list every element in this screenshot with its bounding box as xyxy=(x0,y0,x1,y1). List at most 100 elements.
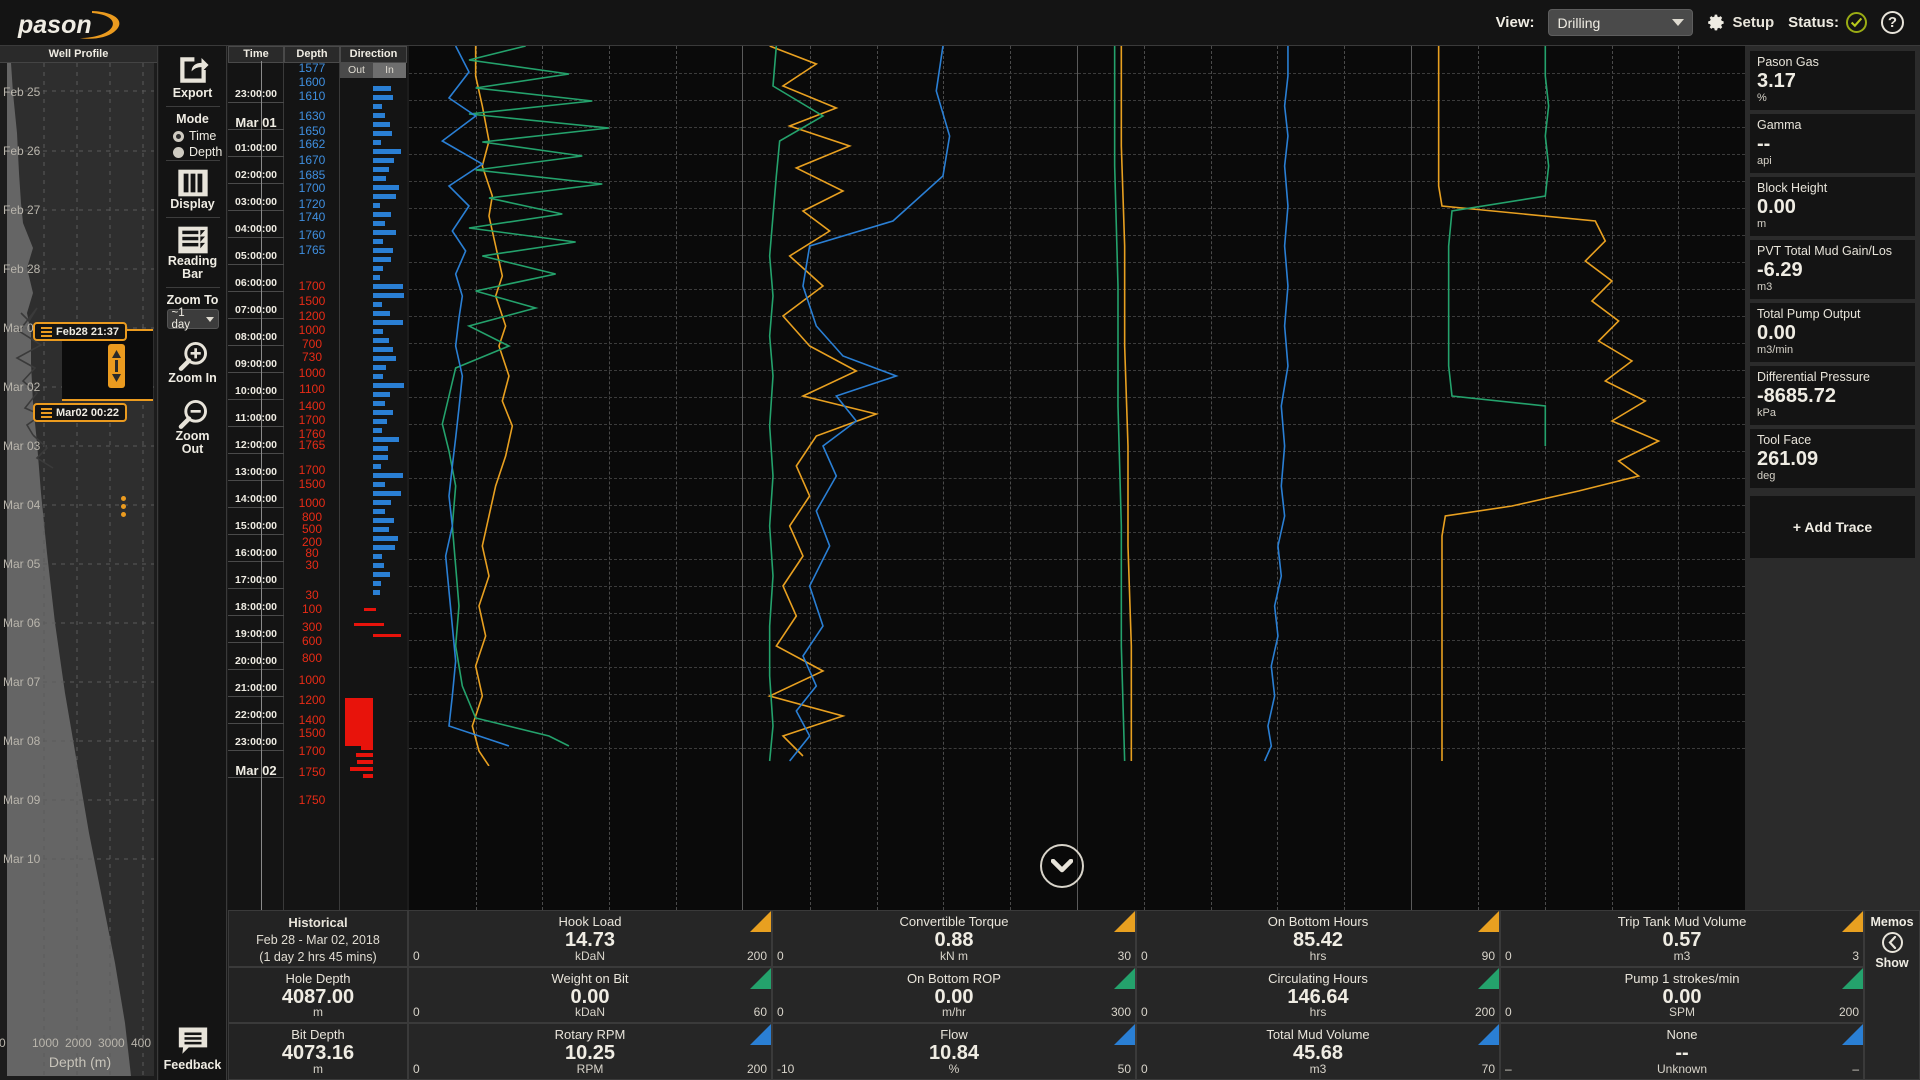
zoom-out-button[interactable]: Zoom Out xyxy=(159,391,226,462)
historical-duration: (1 day 2 hrs 45 mins) xyxy=(259,950,377,964)
status-name: Circulating Hours xyxy=(1268,970,1368,986)
depth-label-29: 500 xyxy=(301,522,323,536)
readout-gamma[interactable]: Gamma -- api xyxy=(1750,114,1915,173)
add-trace-button[interactable]: + Add Trace xyxy=(1750,496,1915,558)
readout-value: -8685.72 xyxy=(1757,385,1836,407)
display-button[interactable]: Display xyxy=(159,161,226,217)
readout-value: 3.17 xyxy=(1757,70,1796,92)
time-label-7: 06:00:00 xyxy=(234,277,278,289)
historical-title: Historical xyxy=(288,915,348,930)
status-cell-total-mud-volume[interactable]: Total Mud Volume 45.68 m3 0 70 xyxy=(1136,1023,1500,1080)
direction-bar-in xyxy=(373,356,396,361)
depth-column: 1577 1600 1610 1630 1650 1662 1670 1685 1700 1720… xyxy=(284,61,340,910)
zoom-in-button[interactable]: Zoom In xyxy=(159,333,226,391)
direction-bar-in xyxy=(373,554,382,559)
status-cell-on-bottom-rop[interactable]: On Bottom ROP 0.00 m/hr 0 300 xyxy=(772,966,1136,1024)
status-cell-hook-load[interactable]: Hook Load 14.73 kDaN 0 200 xyxy=(408,910,772,967)
direction-bar-in xyxy=(373,500,391,505)
status-max: 200 xyxy=(746,1062,767,1077)
readout-unit: api xyxy=(1757,155,1772,167)
left-toolbar: Export Mode Time Depth Display Reading B… xyxy=(159,46,227,1080)
status-cell-none[interactable]: None -- Unknown – – xyxy=(1500,1023,1864,1080)
readout-total-pump-output[interactable]: Total Pump Output 0.00 m3/min xyxy=(1750,303,1915,362)
status-min: 0 xyxy=(777,1005,784,1020)
depth-label-7: 1685 xyxy=(298,168,326,182)
well-profile-date-10: Mar 07 xyxy=(3,675,41,689)
magnifier-minus-icon xyxy=(178,399,207,429)
status-cell-on-bottom-hours[interactable]: On Bottom Hours 85.42 hrs 0 90 xyxy=(1136,910,1500,967)
chart-track-1[interactable] xyxy=(743,46,1078,910)
mode-option-depth[interactable]: Depth xyxy=(159,145,226,159)
time-rule xyxy=(228,669,284,670)
readout-tool-face[interactable]: Tool Face 261.09 deg xyxy=(1750,429,1915,488)
memos-panel[interactable]: Memos Show xyxy=(1864,910,1920,1080)
direction-out-tab[interactable]: Out xyxy=(340,63,373,78)
status-unit: kDaN xyxy=(574,1005,605,1020)
trace-weight-on-bit xyxy=(442,46,609,746)
time-label-25: Mar 02 xyxy=(235,763,277,778)
status-column-3: Trip Tank Mud Volume 0.57 m3 0 3 Pump 1 strok… xyxy=(1500,910,1864,1080)
readout-pason-gas[interactable]: Pason Gas 3.17% xyxy=(1750,51,1915,110)
readout-unit: deg xyxy=(1757,470,1776,482)
readout-differential-pressure[interactable]: Differential Pressure -8685.72 kPa xyxy=(1750,366,1915,425)
readout-block-height[interactable]: Block Height 0.00 m xyxy=(1750,177,1915,236)
time-rule xyxy=(228,399,284,400)
direction-bar-out xyxy=(354,623,384,626)
trace-trip-tank-mud-volume xyxy=(1438,46,1658,761)
depth-label-39: 1200 xyxy=(298,693,326,707)
direction-bar-in xyxy=(373,239,383,244)
time-label-9: 08:00:00 xyxy=(234,331,278,343)
chart-track-2[interactable] xyxy=(1077,46,1412,910)
mode-time-label: Time xyxy=(189,129,217,143)
setup-button[interactable]: Setup xyxy=(1707,13,1774,32)
radio-time-icon xyxy=(173,130,184,142)
time-label-21: 20:00:00 xyxy=(234,655,278,667)
well-profile-resize-grip[interactable] xyxy=(108,344,125,388)
well-profile-handle-top[interactable]: Feb28 21:37 xyxy=(33,322,127,341)
zoom-to-select[interactable]: ~1 day xyxy=(166,307,219,331)
track-traces xyxy=(743,46,1076,766)
status-cell-convertible-torque[interactable]: Convertible Torque 0.88 kN m 0 30 xyxy=(772,910,1136,967)
status-name: Rotary RPM xyxy=(554,1027,626,1043)
chevron-left-icon[interactable] xyxy=(1881,932,1903,953)
time-label-16: 15:00:00 xyxy=(234,520,278,532)
well-profile-drag-dots[interactable] xyxy=(121,496,127,517)
hole-depth-name: Hole Depth xyxy=(285,970,351,986)
readout-pvt-total-mud-gain-los[interactable]: PVT Total Mud Gain/Los -6.29 m3 xyxy=(1750,240,1915,299)
feedback-button[interactable]: Feedback xyxy=(159,1026,226,1072)
export-button[interactable]: Export xyxy=(159,46,226,106)
status-cell-circulating-hours[interactable]: Circulating Hours 146.64 hrs 0 200 xyxy=(1136,966,1500,1024)
reading-bar-button[interactable]: Reading Bar xyxy=(159,218,226,287)
status-max: 200 xyxy=(1474,1005,1495,1020)
status-cell-trip-tank-mud-volume[interactable]: Trip Tank Mud Volume 0.57 m3 0 3 xyxy=(1500,910,1864,967)
direction-in-tab[interactable]: In xyxy=(373,63,406,78)
chart-track-0[interactable] xyxy=(409,46,744,910)
help-button[interactable]: ? xyxy=(1881,11,1904,34)
depth-label-42: 1700 xyxy=(298,744,326,758)
view-select[interactable]: Drilling xyxy=(1548,9,1694,36)
status-cell-rotary-rpm[interactable]: Rotary RPM 10.25 RPM 0 200 xyxy=(408,1023,772,1080)
status-cell-pump-1-strokes-min[interactable]: Pump 1 strokes/min 0.00 SPM 0 200 xyxy=(1500,966,1864,1024)
direction-column: Out In xyxy=(340,63,407,910)
view-select-value: Drilling xyxy=(1557,14,1601,31)
depth-label-15: 1200 xyxy=(298,309,326,323)
mode-option-time[interactable]: Time xyxy=(159,129,226,143)
export-label: Export xyxy=(172,86,213,100)
direction-header: Direction xyxy=(340,46,407,63)
well-profile-handle-bottom[interactable]: Mar02 00:22 xyxy=(33,403,127,422)
status-cell-weight-on-bit[interactable]: Weight on Bit 0.00 kDaN 0 60 xyxy=(408,966,772,1024)
handle-top-label: Feb28 21:37 xyxy=(56,325,119,338)
chart-track-3[interactable] xyxy=(1411,46,1745,910)
status-cell-flow[interactable]: Flow 10.84% -10 50 xyxy=(772,1023,1136,1080)
depth-label-2: 1610 xyxy=(298,89,326,103)
chart-tracks[interactable] xyxy=(409,46,1745,910)
direction-bar-in xyxy=(373,257,391,262)
time-label-11: 10:00:00 xyxy=(234,385,278,397)
direction-bar-in xyxy=(373,401,385,406)
scroll-down-button[interactable] xyxy=(1040,844,1084,888)
depth-label-35: 300 xyxy=(301,620,323,634)
status-max: 3 xyxy=(1852,948,1859,963)
time-rule xyxy=(228,534,284,535)
time-label-23: 22:00:00 xyxy=(234,709,278,721)
direction-bar-in xyxy=(373,410,393,415)
